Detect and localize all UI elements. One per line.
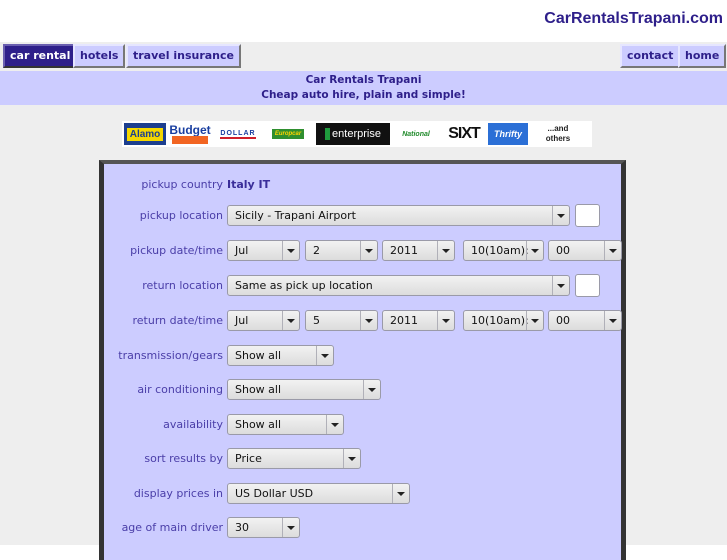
chevron-down-icon xyxy=(360,311,377,330)
chevron-down-icon xyxy=(437,241,454,260)
nav-hotels[interactable]: hotels xyxy=(73,44,126,68)
currency-label: display prices in xyxy=(133,487,223,500)
chevron-down-icon xyxy=(326,415,343,434)
sixt-logo: SIXT xyxy=(448,125,481,142)
pickup-country-label: pickup country xyxy=(141,178,223,191)
sort-by-row: sort results by Price xyxy=(104,447,621,471)
site-title[interactable]: CarRentalsTrapani.com xyxy=(544,10,723,28)
banner-title: Car Rentals Trapani xyxy=(305,74,422,86)
air-conditioning-select[interactable]: Show all xyxy=(227,379,381,400)
return-datetime-row: return date/time Jul 5 2011 10(10am): 00 xyxy=(104,309,622,333)
pickup-location-row: pickup location Sicily - Trapani Airport xyxy=(104,204,621,228)
availability-select[interactable]: Show all xyxy=(227,414,344,435)
chevron-down-icon xyxy=(343,449,360,468)
driver-age-row: age of main driver 30 xyxy=(104,516,621,540)
budget-logo: Budget xyxy=(169,123,211,145)
banner-subtitle: Cheap auto hire, plain and simple! xyxy=(261,89,466,101)
currency-row: display prices in US Dollar USD xyxy=(104,482,621,506)
pickup-country-value: Italy IT xyxy=(227,178,271,191)
chevron-down-icon xyxy=(282,311,299,330)
chevron-down-icon xyxy=(282,518,299,537)
pickup-location-label: pickup location xyxy=(139,209,223,222)
availability-row: availability Show all xyxy=(104,413,621,437)
nav-contact[interactable]: contact xyxy=(620,44,681,68)
chevron-down-icon xyxy=(604,241,621,260)
banner: Car Rentals Trapani Cheap auto hire, pla… xyxy=(0,71,727,105)
return-location-select[interactable]: Same as pick up location xyxy=(227,275,570,296)
europcar-logo: Europcar xyxy=(268,123,308,145)
and-others-text: ...and others xyxy=(545,124,571,143)
pickup-day-select[interactable]: 2 xyxy=(305,240,378,261)
national-logo: National xyxy=(402,130,430,138)
transmission-row: transmission/gears Show all xyxy=(104,344,621,368)
chevron-down-icon xyxy=(552,206,569,225)
pickup-month-select[interactable]: Jul xyxy=(227,240,300,261)
pickup-country-row: pickup country Italy IT xyxy=(104,173,621,197)
top-navigation: car rental hotels travel insurance conta… xyxy=(0,42,727,71)
pickup-minute-select[interactable]: 00 xyxy=(548,240,622,261)
pickup-hour-select[interactable]: 10(10am): xyxy=(463,240,544,261)
enterprise-logo: enterprise xyxy=(316,123,390,145)
pickup-datetime-label: pickup date/time xyxy=(130,244,223,257)
air-conditioning-row: air conditioning Show all xyxy=(104,378,621,402)
return-day-select[interactable]: 5 xyxy=(305,310,378,331)
chevron-down-icon xyxy=(316,346,333,365)
return-location-row: return location Same as pick up location xyxy=(104,274,621,298)
car-rental-search-form: pickup country Italy IT pickup location … xyxy=(99,160,626,560)
pickup-location-select[interactable]: Sicily - Trapani Airport xyxy=(227,205,570,226)
transmission-select[interactable]: Show all xyxy=(227,345,334,366)
thrifty-logo: Thrifty xyxy=(488,123,528,145)
return-year-select[interactable]: 2011 xyxy=(382,310,455,331)
air-conditioning-label: air conditioning xyxy=(137,383,223,396)
nav-home[interactable]: home xyxy=(678,44,727,68)
chevron-down-icon xyxy=(360,241,377,260)
sort-by-select[interactable]: Price xyxy=(227,448,361,469)
chevron-down-icon xyxy=(552,276,569,295)
nav-travel-insurance[interactable]: travel insurance xyxy=(126,44,241,68)
rental-brand-logos: Alamo Budget DOLLAR Europcar enterprise … xyxy=(122,121,592,147)
chevron-down-icon xyxy=(392,484,409,503)
return-month-select[interactable]: Jul xyxy=(227,310,300,331)
chevron-down-icon xyxy=(604,311,621,330)
chevron-down-icon xyxy=(526,241,543,260)
return-hour-select[interactable]: 10(10am): xyxy=(463,310,544,331)
chevron-down-icon xyxy=(526,311,543,330)
return-location-extra-box[interactable] xyxy=(575,274,600,297)
chevron-down-icon xyxy=(282,241,299,260)
driver-age-select[interactable]: 30 xyxy=(227,517,300,538)
dollar-logo: DOLLAR xyxy=(220,129,256,139)
pickup-location-extra-box[interactable] xyxy=(575,204,600,227)
return-datetime-label: return date/time xyxy=(132,314,224,327)
chevron-down-icon xyxy=(437,311,454,330)
nav-car-rental[interactable]: car rental xyxy=(3,44,78,68)
chevron-down-icon xyxy=(363,380,380,399)
return-minute-select[interactable]: 00 xyxy=(548,310,622,331)
alamo-logo: Alamo xyxy=(124,123,166,145)
pickup-year-select[interactable]: 2011 xyxy=(382,240,455,261)
transmission-label: transmission/gears xyxy=(118,349,223,362)
return-location-label: return location xyxy=(142,279,223,292)
pickup-datetime-row: pickup date/time Jul 2 2011 10(10am): 00 xyxy=(104,239,622,263)
sort-by-label: sort results by xyxy=(144,452,223,465)
availability-label: availability xyxy=(163,418,223,431)
driver-age-label: age of main driver xyxy=(121,521,223,534)
currency-select[interactable]: US Dollar USD xyxy=(227,483,410,504)
